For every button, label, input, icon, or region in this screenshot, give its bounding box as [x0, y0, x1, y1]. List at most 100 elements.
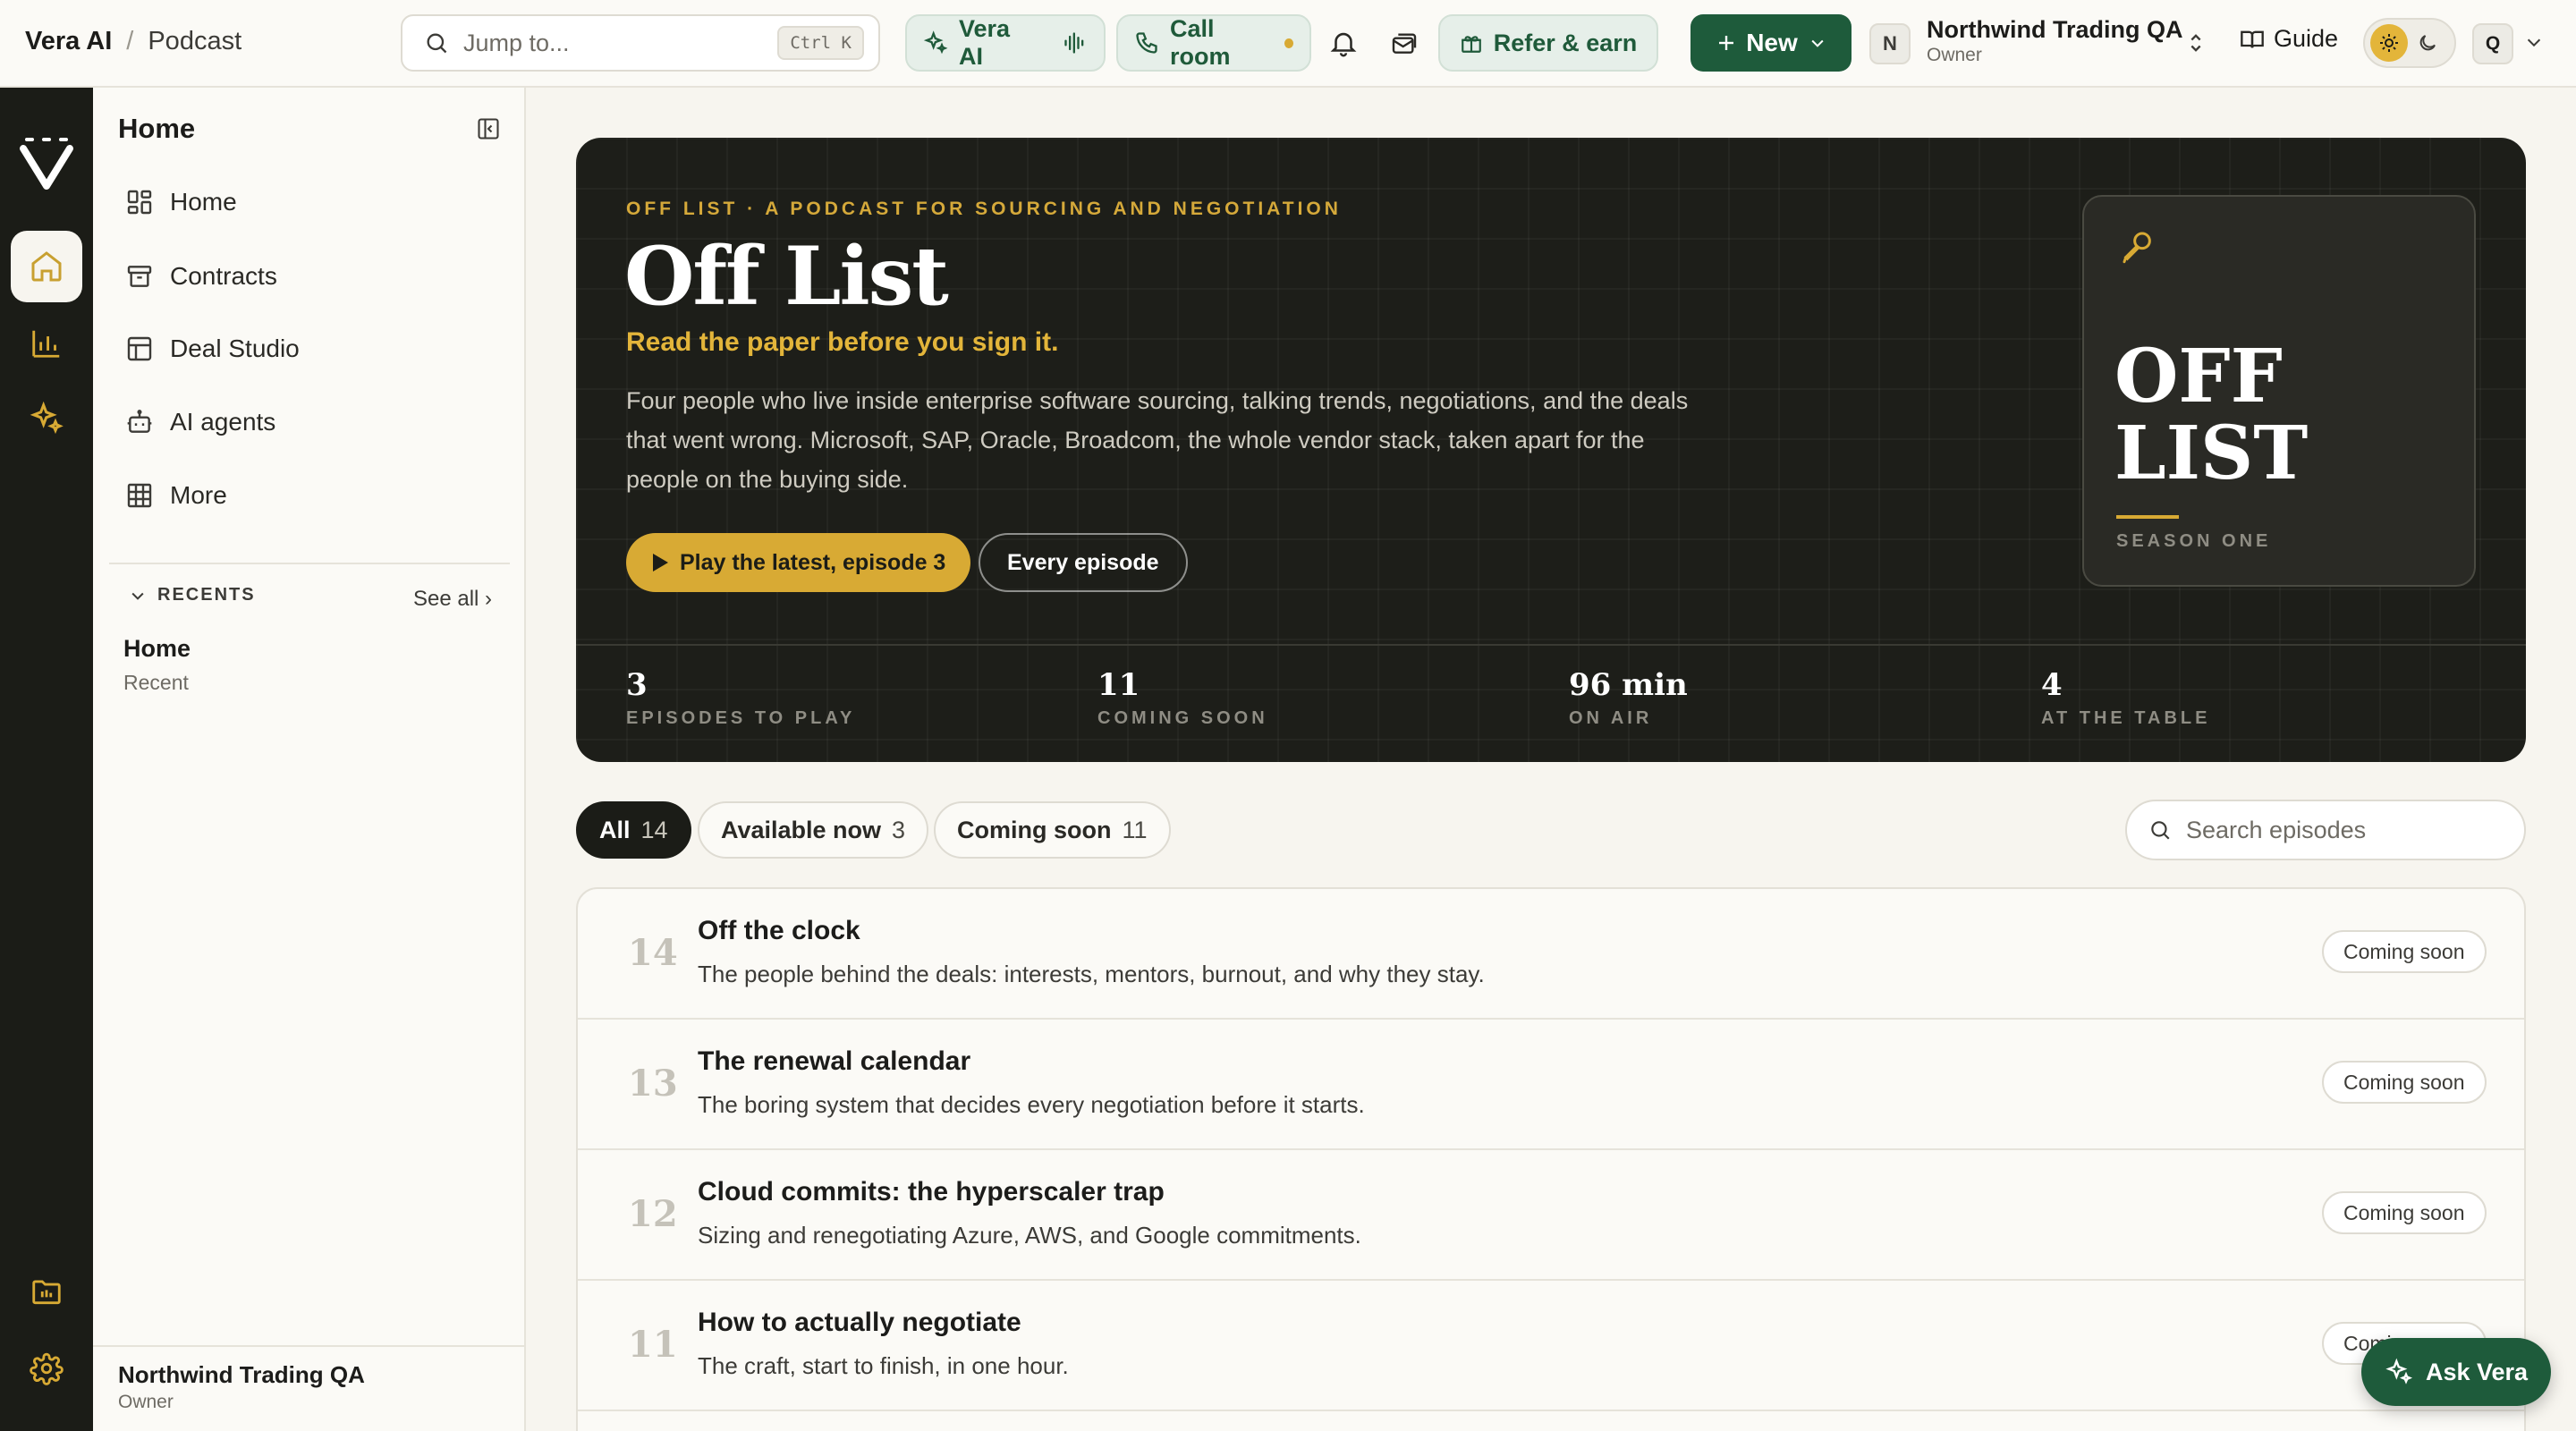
phone-icon — [1134, 30, 1159, 55]
sidebar-item-contracts[interactable]: Contracts — [125, 251, 277, 301]
stat-label: AT THE TABLE — [2041, 708, 2211, 728]
sparkle-icon — [2385, 1358, 2413, 1386]
chevron-down-icon — [129, 587, 147, 605]
notifications-button[interactable] — [1324, 23, 1363, 63]
plus-icon — [1716, 32, 1737, 54]
play-latest-button[interactable]: Play the latest, episode 3 — [626, 533, 971, 592]
jump-placeholder: Jump to... — [463, 29, 570, 56]
stat-at-the-table: 4 AT THE TABLE — [2041, 667, 2210, 729]
cover-title-line2: LIST — [2114, 411, 2309, 496]
episode-row[interactable]: 12 Cloud commits: the hyperscaler trap S… — [578, 1150, 2524, 1281]
archive-icon — [125, 262, 154, 291]
hero-title: Off List — [624, 229, 949, 324]
vera-logo-icon[interactable] — [20, 134, 73, 190]
bar-chart-icon — [30, 326, 64, 360]
episode-search-input[interactable]: Search episodes — [2125, 800, 2526, 860]
rail-home[interactable] — [11, 231, 82, 302]
sparkle-icon — [29, 401, 64, 436]
recents-toggle[interactable]: RECENTS — [129, 585, 256, 605]
sidebar-item-label: Contracts — [170, 262, 277, 290]
stat-coming-soon: 11 COMING SOON — [1097, 667, 1268, 729]
episode-search-placeholder: Search episodes — [2186, 816, 2367, 843]
filter-available-now[interactable]: Available now 3 — [698, 801, 929, 859]
book-icon — [2240, 27, 2265, 52]
sun-icon[interactable] — [2370, 24, 2408, 62]
sidebar-collapse-icon[interactable] — [476, 116, 501, 141]
folder-chart-icon — [30, 1274, 64, 1308]
org-name[interactable]: Northwind Trading QA — [1927, 16, 2182, 44]
org-avatar[interactable]: N — [1869, 23, 1911, 64]
inbox-button[interactable] — [1385, 23, 1424, 63]
filter-coming-soon[interactable]: Coming soon 11 — [934, 801, 1171, 859]
play-icon — [651, 553, 669, 572]
org-role: Owner — [1927, 45, 1982, 65]
vera-ai-button[interactable]: Vera AI — [905, 14, 1106, 72]
episode-list: 14 Off the clock The people behind the d… — [576, 887, 2526, 1431]
org-switcher-icon[interactable] — [2186, 30, 2206, 55]
episode-title: How to actually negotiate — [698, 1308, 1021, 1337]
episode-row[interactable]: 11 How to actually negotiate The craft, … — [578, 1281, 2524, 1411]
rail-files[interactable] — [11, 1256, 82, 1327]
status-dot — [1284, 38, 1293, 48]
cover-accent-line — [2116, 515, 2179, 519]
breadcrumb-app[interactable]: Vera AI — [25, 27, 112, 56]
ask-vera-label: Ask Vera — [2425, 1358, 2529, 1385]
sidebar-footer-divider — [93, 1345, 524, 1347]
jump-to-search[interactable]: Jump to... Ctrl K — [401, 14, 880, 72]
sidebar-item-label: Home — [170, 188, 237, 216]
stat-value: 96 min — [1569, 667, 1688, 703]
recent-item-title[interactable]: Home — [123, 635, 191, 663]
sidebar-item-more[interactable]: More — [125, 470, 227, 521]
stat-value: 11 — [1097, 667, 1140, 703]
recents-label: RECENTS — [157, 585, 256, 605]
sidebar-item-label: Deal Studio — [170, 334, 300, 362]
rail-settings[interactable] — [11, 1333, 82, 1404]
filter-count: 3 — [892, 816, 906, 843]
status-badge: Coming soon — [2322, 1061, 2487, 1104]
filter-all[interactable]: All 14 — [576, 801, 691, 859]
footer-org-name[interactable]: Northwind Trading QA — [118, 1361, 365, 1389]
stat-value: 4 — [2041, 667, 2063, 703]
chevron-down-icon — [1809, 34, 1826, 52]
call-room-button[interactable]: Call room — [1116, 14, 1311, 72]
hero-eyebrow: OFF LIST · A PODCAST FOR SOURCING AND NE… — [626, 199, 1342, 219]
sidebar-item-ai-agents[interactable]: AI agents — [125, 397, 275, 447]
refer-earn-button[interactable]: Refer & earn — [1438, 14, 1658, 72]
sparkle-icon — [923, 30, 948, 55]
sidebar-item-label: AI agents — [170, 408, 276, 436]
episode-number: 12 — [628, 1193, 678, 1235]
see-all-link[interactable]: See all › — [413, 587, 492, 612]
gear-icon — [30, 1351, 64, 1385]
gift-icon — [1460, 31, 1483, 55]
search-icon — [2148, 818, 2172, 842]
bell-icon — [1328, 28, 1359, 58]
rail-ai[interactable] — [11, 383, 82, 454]
episode-row[interactable]: 13 The renewal calendar The boring syste… — [578, 1020, 2524, 1150]
moon-icon[interactable] — [2417, 32, 2438, 54]
sidebar-item-label: More — [170, 481, 227, 509]
breadcrumb-separator: / — [126, 27, 134, 55]
cover-title-line1: OFF — [2114, 334, 2283, 419]
ask-vera-button[interactable]: Ask Vera — [2361, 1338, 2551, 1406]
stat-label: ON AIR — [1569, 708, 1653, 728]
user-avatar[interactable]: Q — [2472, 23, 2513, 64]
sidebar-item-home[interactable]: Home — [125, 177, 237, 227]
stats-divider — [576, 644, 2526, 646]
episode-description: The boring system that decides every neg… — [698, 1091, 1365, 1118]
new-button[interactable]: New — [1690, 14, 1852, 72]
guide-button[interactable]: Guide — [2240, 25, 2338, 53]
every-episode-button[interactable]: Every episode — [979, 533, 1188, 592]
theme-toggle[interactable] — [2363, 18, 2456, 68]
microphone-icon — [2120, 227, 2156, 267]
status-badge: Coming soon — [2322, 930, 2487, 973]
chevron-down-icon[interactable] — [2524, 32, 2544, 52]
stat-on-air: 96 min ON AIR — [1569, 667, 1688, 729]
episode-title: Off the clock — [698, 916, 860, 945]
cover-subtitle: SEASON ONE — [2116, 531, 2272, 551]
sidebar-item-deal-studio[interactable]: Deal Studio — [125, 324, 300, 374]
breadcrumb-page: Podcast — [148, 27, 242, 55]
cover-title: OFF LIST — [2114, 338, 2308, 492]
rail-analytics[interactable] — [11, 308, 82, 379]
search-icon — [424, 30, 449, 55]
episode-row[interactable]: 14 Off the clock The people behind the d… — [578, 889, 2524, 1020]
